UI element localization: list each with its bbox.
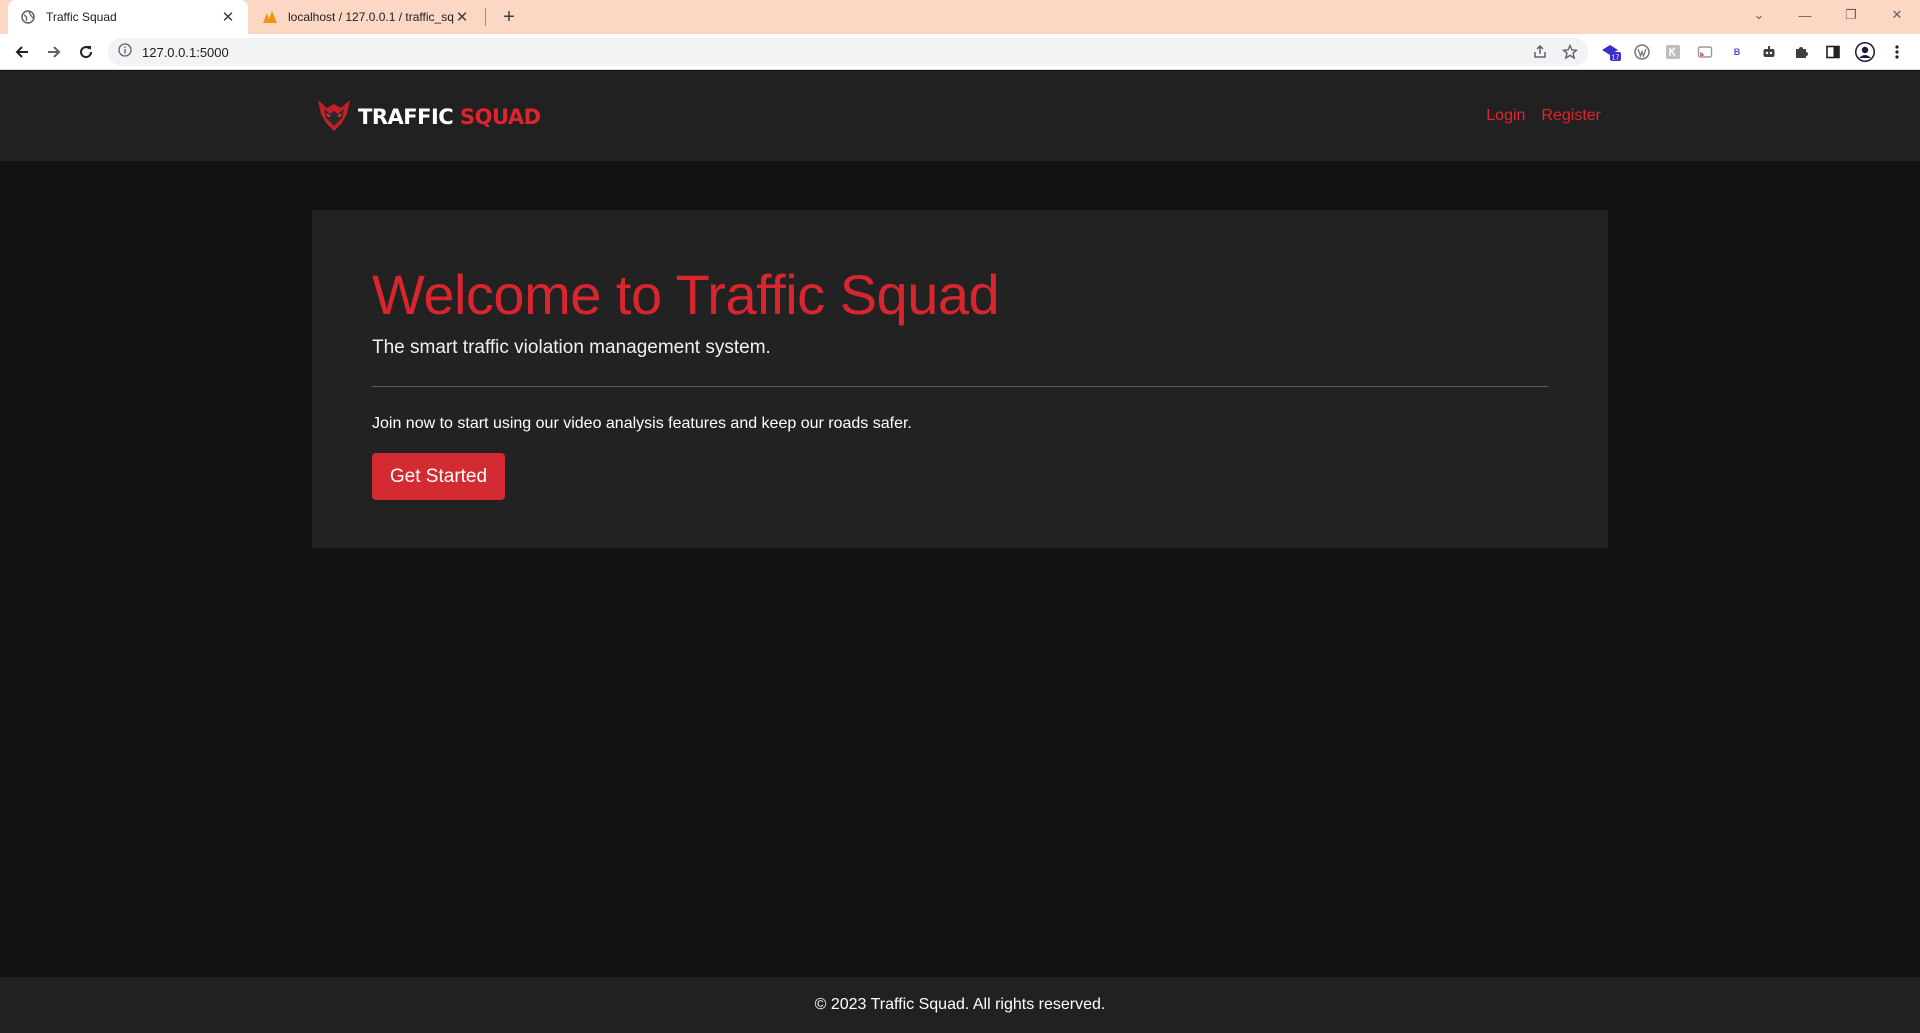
get-started-button[interactable]: Get Started [372,453,505,500]
cast-icon[interactable] [1692,38,1718,66]
info-icon[interactable] [118,42,132,62]
login-link[interactable]: Login [1486,107,1525,125]
hero-description: Join now to start using our video analys… [372,415,912,432]
url-text: 127.0.0.1:5000 [142,44,229,60]
hero-card: Welcome to Traffic Squad The smart traff… [312,210,1608,548]
address-bar[interactable]: 127.0.0.1:5000 [108,38,1588,66]
divider [372,386,1548,387]
share-icon[interactable] [1532,44,1548,65]
footer-copyright: © 2023 Traffic Squad. All rights reserve… [814,996,1106,1013]
page-title: Welcome to Traffic Squad [372,263,1000,326]
reload-button[interactable] [72,38,100,66]
extensions-puzzle-icon[interactable] [1788,38,1814,66]
close-window-button[interactable]: ✕ [1874,0,1920,30]
close-tab-icon[interactable]: ✕ [220,9,236,26]
brand-name: TRAFFIC SQUAD [358,105,541,129]
menu-kebab-icon[interactable] [1884,38,1910,66]
tab-phpmyadmin[interactable]: localhost / 127.0.0.1 / traffic_squ ✕ [250,0,482,34]
tab-title: localhost / 127.0.0.1 / traffic_squ [288,10,454,24]
forward-button[interactable] [40,38,68,66]
back-arrow-icon [15,46,28,58]
tab-search-icon[interactable]: ⌄ [1736,0,1782,30]
brand-link[interactable]: TRAFFIC SQUAD [316,97,541,137]
extension-b-icon[interactable]: B [1724,38,1750,66]
wordpress-icon[interactable] [1629,38,1655,66]
close-tab-icon[interactable]: ✕ [454,9,470,26]
hero-subtitle: The smart traffic violation management s… [372,337,771,358]
side-panel-icon[interactable] [1820,38,1846,66]
forward-arrow-icon [48,46,61,58]
browser-tabstrip: Traffic Squad ✕ localhost / 127.0.0.1 / … [0,0,1920,34]
phpmyadmin-icon [262,9,278,25]
browser-toolbar: 127.0.0.1:5000 17 B [0,34,1920,70]
tab-separator [485,8,486,26]
extension-badge-icon[interactable]: 17 [1598,38,1624,66]
register-link[interactable]: Register [1541,107,1601,125]
robot-icon[interactable] [1756,38,1782,66]
tab-traffic-squad[interactable]: Traffic Squad ✕ [8,0,248,34]
new-tab-button[interactable]: + [497,6,521,28]
site-navbar: TRAFFIC SQUAD Login Register [0,71,1920,161]
wolf-logo [316,96,352,139]
reload-icon [80,46,93,59]
site-footer: © 2023 Traffic Squad. All rights reserve… [0,977,1920,1033]
restore-button[interactable]: ❐ [1828,0,1874,30]
bookmark-star-icon[interactable] [1561,43,1579,65]
tab-title: Traffic Squad [46,10,117,24]
back-button[interactable] [8,38,36,66]
minimize-button[interactable]: — [1782,0,1828,30]
globe-icon [20,9,36,25]
profile-avatar[interactable] [1852,38,1878,66]
extension-k-icon[interactable] [1660,38,1686,66]
svg-text:17: 17 [1612,55,1620,62]
nav-links: Login Register [1486,107,1601,125]
